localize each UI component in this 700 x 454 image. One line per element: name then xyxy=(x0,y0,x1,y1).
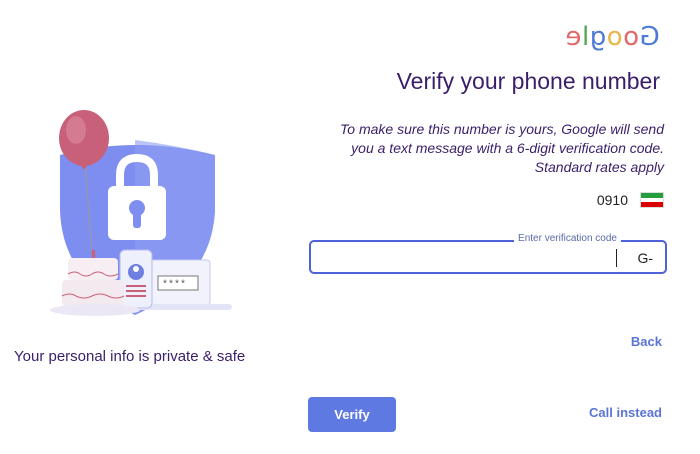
verification-code-label: Enter verification code xyxy=(514,233,621,244)
phone-number-row: 0910 xyxy=(597,192,664,208)
page-title: Verify your phone number xyxy=(396,68,660,94)
phone-number: 0910 xyxy=(596,192,628,208)
privacy-caption: Your personal info is private & safe xyxy=(14,348,246,365)
logo-letter: l xyxy=(581,22,590,52)
logo-letter: g xyxy=(589,22,607,52)
logo-letter: o xyxy=(622,22,640,52)
iran-flag-icon xyxy=(640,192,664,208)
logo-letter: G xyxy=(639,22,660,52)
call-instead-button[interactable]: Call instead xyxy=(589,405,662,420)
google-logo: Google xyxy=(565,22,660,52)
verification-code-field[interactable]: Enter verification code G- xyxy=(309,233,667,274)
verification-code-input[interactable]: G- xyxy=(615,249,653,267)
password-mask: **** xyxy=(162,279,186,291)
text-caret xyxy=(615,249,618,267)
logo-letter: o xyxy=(606,22,623,52)
verify-button[interactable]: Verify xyxy=(308,397,396,432)
code-prefix: G- xyxy=(637,250,653,266)
back-button[interactable]: Back xyxy=(631,334,662,349)
phone-icon xyxy=(119,249,153,309)
security-illustration: **** xyxy=(50,110,232,316)
page-description: To make sure this number is yours, Googl… xyxy=(340,121,664,175)
logo-letter: e xyxy=(565,22,582,52)
